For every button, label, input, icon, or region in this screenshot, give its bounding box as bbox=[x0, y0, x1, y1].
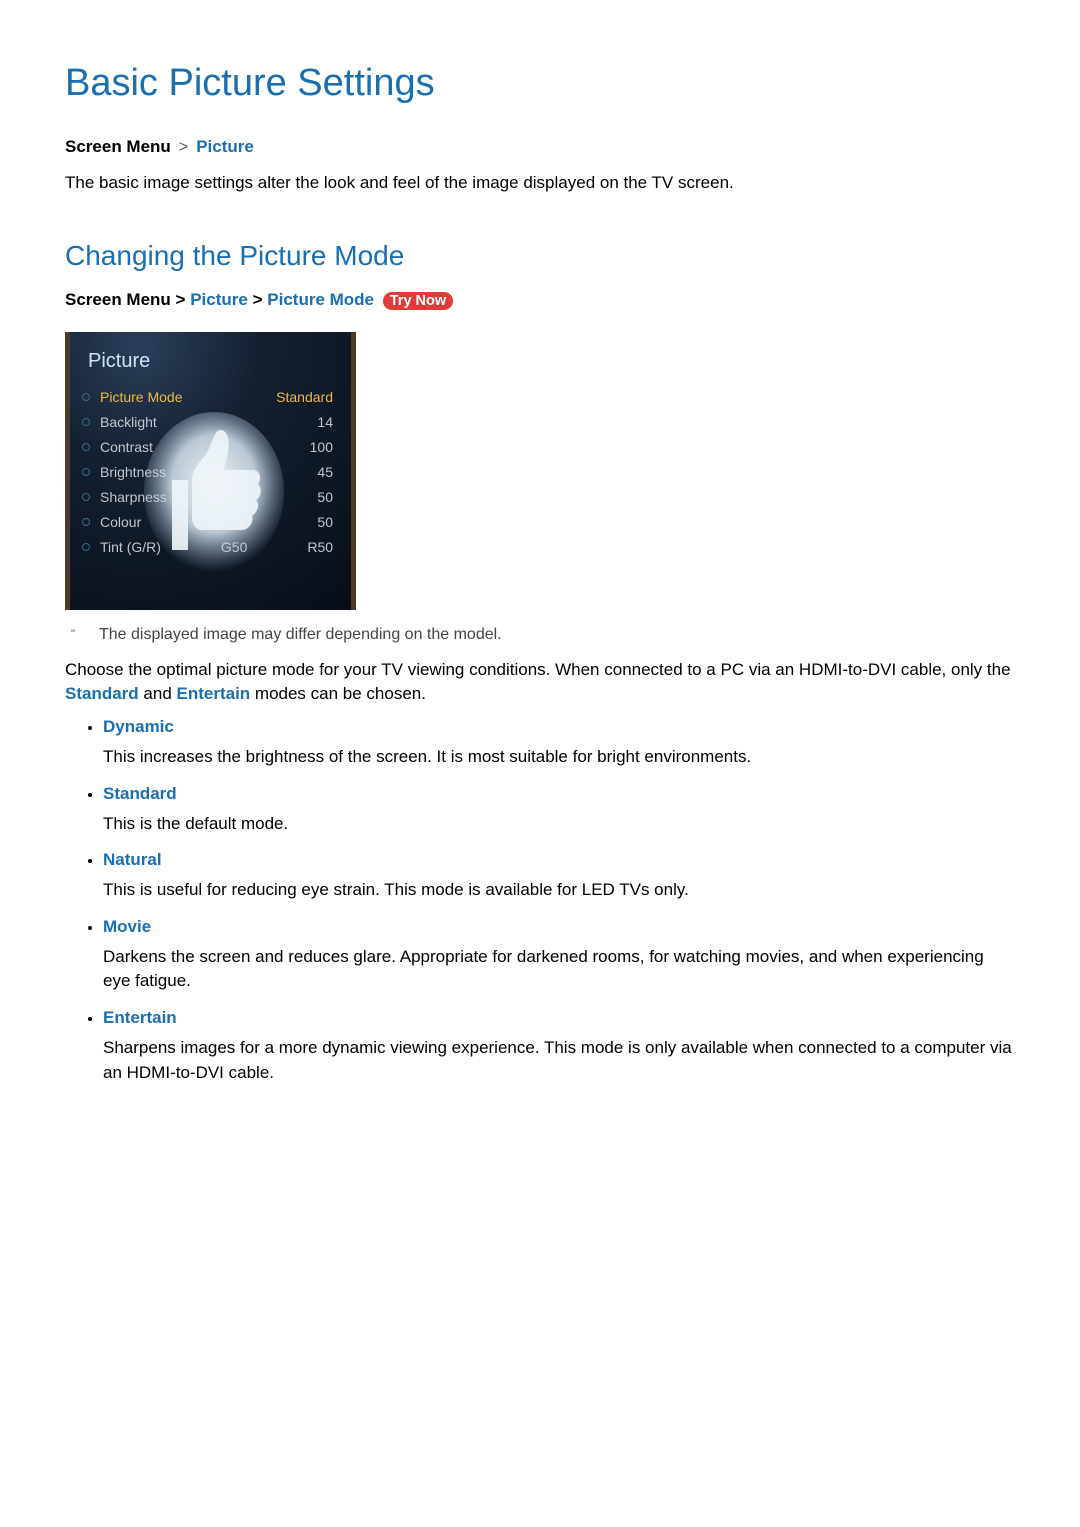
bullet-icon bbox=[82, 518, 90, 526]
tv-row-value: 45 bbox=[317, 464, 333, 480]
list-item: Standard This is the default mode. bbox=[103, 784, 1015, 837]
model-note: " The displayed image may differ dependi… bbox=[65, 626, 1015, 644]
mode-desc: This increases the brightness of the scr… bbox=[103, 745, 1015, 770]
breadcrumb-leaf[interactable]: Picture bbox=[196, 137, 254, 156]
tv-row-label: Sharpness bbox=[100, 489, 167, 505]
mode-name: Entertain bbox=[103, 1008, 1015, 1028]
tv-row-mid: G50 bbox=[221, 539, 247, 555]
mode-name: Dynamic bbox=[103, 717, 1015, 737]
section-title: Changing the Picture Mode bbox=[65, 240, 1015, 272]
list-item: Natural This is useful for reducing eye … bbox=[103, 850, 1015, 903]
body-text: Choose the optimal picture mode for your… bbox=[65, 660, 1011, 679]
chevron-right-icon: > bbox=[253, 290, 263, 309]
tv-menu-row: Brightness 45 bbox=[70, 460, 351, 485]
note-mark-icon: " bbox=[65, 626, 99, 644]
mode-name: Standard bbox=[103, 784, 1015, 804]
body-text: and bbox=[139, 684, 177, 703]
bullet-icon bbox=[82, 393, 90, 401]
list-item: Entertain Sharpens images for a more dyn… bbox=[103, 1008, 1015, 1085]
tv-menu-row: Picture Mode Standard bbox=[70, 385, 351, 410]
tv-row-value: 14 bbox=[317, 414, 333, 430]
tv-menu-row: Tint (G/R) G50 R50 bbox=[70, 535, 351, 560]
mode-name: Natural bbox=[103, 850, 1015, 870]
tv-menu-row: Backlight 14 bbox=[70, 410, 351, 435]
list-item: Movie Darkens the screen and reduces gla… bbox=[103, 917, 1015, 994]
try-now-badge[interactable]: Try Now bbox=[383, 292, 453, 310]
page-title: Basic Picture Settings bbox=[65, 62, 1015, 105]
chevron-right-icon: > bbox=[176, 290, 186, 309]
breadcrumb-basic: Screen Menu > Picture bbox=[65, 137, 1015, 157]
intro-paragraph: The basic image settings alter the look … bbox=[65, 171, 1015, 196]
mode-desc: This is useful for reducing eye strain. … bbox=[103, 878, 1015, 903]
inline-link-entertain[interactable]: Entertain bbox=[177, 684, 251, 703]
bullet-icon bbox=[82, 418, 90, 426]
body-text: modes can be chosen. bbox=[250, 684, 426, 703]
chevron-right-icon: > bbox=[179, 137, 189, 156]
note-text: The displayed image may differ depending… bbox=[99, 626, 502, 644]
tv-menu-row: Sharpness 50 bbox=[70, 485, 351, 510]
breadcrumb-mid[interactable]: Picture bbox=[190, 290, 248, 309]
tv-row-label: Picture Mode bbox=[100, 389, 182, 405]
bullet-icon bbox=[82, 543, 90, 551]
tv-row-value: R50 bbox=[307, 539, 333, 555]
tv-row-label: Backlight bbox=[100, 414, 157, 430]
picture-mode-list: Dynamic This increases the brightness of… bbox=[65, 717, 1015, 1085]
list-item: Dynamic This increases the brightness of… bbox=[103, 717, 1015, 770]
body-paragraph: Choose the optimal picture mode for your… bbox=[65, 658, 1015, 707]
tv-row-label: Brightness bbox=[100, 464, 166, 480]
tv-row-label: Contrast bbox=[100, 439, 153, 455]
tv-row-value: Standard bbox=[276, 389, 333, 405]
tv-menu-header: Picture bbox=[70, 332, 351, 385]
tv-row-value: 50 bbox=[317, 514, 333, 530]
tv-menu-screenshot: Picture Picture Mode Standard Backlight … bbox=[65, 332, 356, 610]
tv-menu-row: Contrast 100 bbox=[70, 435, 351, 460]
mode-desc: Darkens the screen and reduces glare. Ap… bbox=[103, 945, 1015, 994]
tv-menu-row: Colour 50 bbox=[70, 510, 351, 535]
breadcrumb-root: Screen Menu bbox=[65, 290, 171, 309]
tv-row-value: 50 bbox=[317, 489, 333, 505]
mode-name: Movie bbox=[103, 917, 1015, 937]
tv-row-label: Tint (G/R) bbox=[100, 539, 161, 555]
mode-desc: Sharpens images for a more dynamic viewi… bbox=[103, 1036, 1015, 1085]
tv-row-value: 100 bbox=[310, 439, 333, 455]
bullet-icon bbox=[82, 493, 90, 501]
breadcrumb-leaf[interactable]: Picture Mode bbox=[267, 290, 374, 309]
breadcrumb-picture-mode: Screen Menu > Picture > Picture Mode Try… bbox=[65, 290, 1015, 310]
inline-link-standard[interactable]: Standard bbox=[65, 684, 139, 703]
bullet-icon bbox=[82, 468, 90, 476]
mode-desc: This is the default mode. bbox=[103, 812, 1015, 837]
breadcrumb-root: Screen Menu bbox=[65, 137, 171, 156]
tv-row-label: Colour bbox=[100, 514, 141, 530]
bullet-icon bbox=[82, 443, 90, 451]
